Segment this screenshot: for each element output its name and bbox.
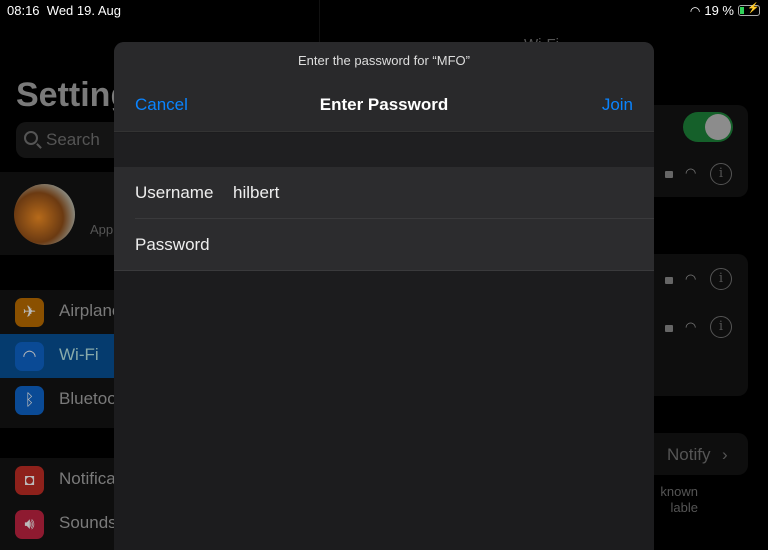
wifi-signal-icon: ◠ [685,271,697,286]
notifications-icon: ◘ [15,466,44,495]
battery-percent: 19 % [704,3,734,18]
wifi-status-icon: ◠ [689,3,701,18]
info-icon[interactable]: i [710,316,732,338]
username-input[interactable] [233,179,633,207]
section-spacer [114,133,654,167]
info-icon[interactable]: i [710,163,732,185]
search-placeholder: Search [46,130,100,149]
password-label: Password [135,235,210,254]
sidebar-item-label: Wi-Fi [59,345,99,364]
sounds-icon: 🔊︎ [15,510,44,539]
chevron-right-icon: › [722,445,728,464]
username-row: Username [114,167,654,219]
search-icon [24,131,38,145]
airplane-icon: ✈ [15,298,44,327]
wifi-toggle[interactable] [683,112,733,142]
profile-subtitle: App [90,222,114,237]
lock-icon [665,325,673,332]
info-icon[interactable]: i [710,268,732,290]
password-row: Password [114,219,654,271]
lock-icon [665,277,673,284]
dialog-title: Enter Password [319,95,449,114]
avatar [14,184,75,245]
status-right: ◠ 19 % ⚡ [690,3,760,18]
footer-text: known lable [660,484,698,515]
password-input[interactable] [233,231,633,259]
dialog-prompt: Enter the password for “MFO” [298,53,470,68]
dialog-header: Enter the password for “MFO” Cancel Ente… [114,42,654,132]
sidebar-item-label: Sounds [59,513,117,532]
lock-icon [665,171,673,178]
status-time: 08:16 Wed 19. Aug [7,3,121,18]
wifi-signal-icon: ◠ [685,319,697,334]
password-dialog: Enter the password for “MFO” Cancel Ente… [114,42,654,550]
wifi-icon: ◠ [15,342,44,371]
battery-icon: ⚡ [738,3,760,16]
bluetooth-icon: ᛒ [15,386,44,415]
join-button[interactable]: Join [602,95,633,115]
ask-to-join-value: Notify [667,445,711,464]
username-label: Username [135,183,214,202]
wifi-signal-icon: ◠ [685,165,697,180]
